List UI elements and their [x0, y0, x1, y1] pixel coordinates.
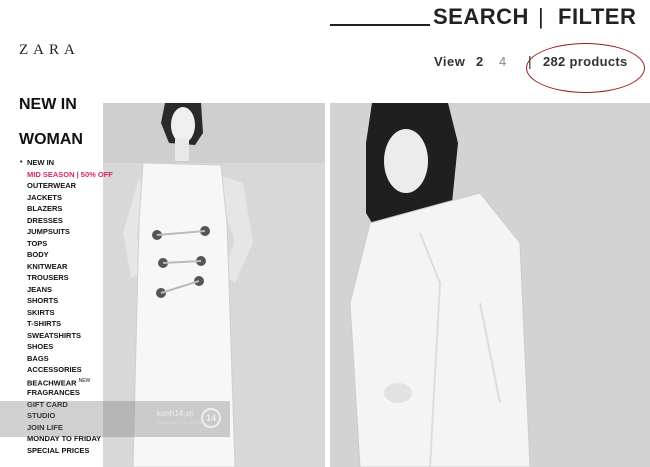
- header-separator: |: [538, 4, 544, 29]
- product-card-2[interactable]: [330, 103, 650, 467]
- menu-item-jackets[interactable]: JACKETS: [20, 192, 113, 204]
- menu-item-outerwear[interactable]: OUTERWEAR: [20, 180, 113, 192]
- menu-item-body[interactable]: BODY: [20, 249, 113, 261]
- menu-item-dresses[interactable]: DRESSES: [20, 215, 113, 227]
- menu-item-trousers[interactable]: TROUSERS: [20, 272, 113, 284]
- watermark-site-text: kenh14.vn: [157, 409, 194, 418]
- watermark-logo: 14: [201, 408, 221, 428]
- menu-item-blazers[interactable]: BLAZERS: [20, 203, 113, 215]
- menu-item-shorts[interactable]: SHORTS: [20, 295, 113, 307]
- model-white-shirt-photo: [330, 103, 650, 467]
- view-4-button[interactable]: 4: [499, 54, 506, 69]
- menu-item-t-shirts[interactable]: T-SHIRTS: [20, 318, 113, 330]
- filter-button[interactable]: FILTER: [558, 4, 636, 30]
- menu-item-jeans[interactable]: JEANS: [20, 284, 113, 296]
- search-button[interactable]: SEARCH: [433, 4, 529, 30]
- menu-item-shoes[interactable]: SHOES: [20, 341, 113, 353]
- menu-item-beachwear[interactable]: BEACHWEAR NEW: [20, 376, 113, 388]
- menu-item-bags[interactable]: BAGS: [20, 353, 113, 365]
- search-input-underline[interactable]: [330, 24, 430, 26]
- menu-item-accessories[interactable]: ACCESSORIES: [20, 364, 113, 376]
- menu-item-special-prices[interactable]: SPECIAL PRICES: [20, 445, 113, 457]
- menu-item-knitwear[interactable]: KNITWEAR: [20, 261, 113, 273]
- view-2-button[interactable]: 2: [476, 54, 483, 69]
- watermark-band: [0, 401, 230, 437]
- view-label: View: [434, 54, 466, 69]
- zara-logo[interactable]: ZARA: [19, 42, 80, 59]
- watermark-subtext: KÊNH GIẢI TRÍ - XÃ HỘI: [157, 420, 202, 425]
- section-title-new-in[interactable]: NEW IN: [19, 96, 77, 114]
- category-title-woman[interactable]: WOMAN: [19, 131, 83, 149]
- menu-item-skirts[interactable]: SKIRTS: [20, 307, 113, 319]
- menu-item-sweatshirts[interactable]: SWEATSHIRTS: [20, 330, 113, 342]
- menu-item-fragrances[interactable]: FRAGRANCES: [20, 387, 113, 399]
- highlight-circle: [526, 43, 645, 93]
- menu-item-jumpsuits[interactable]: JUMPSUITS: [20, 226, 113, 238]
- new-badge: NEW: [78, 377, 91, 384]
- menu-item-tops[interactable]: TOPS: [20, 238, 113, 250]
- menu-item-new-in[interactable]: NEW IN: [20, 157, 113, 169]
- menu-item-mid-season-sale[interactable]: MID SEASON | 50% OFF: [20, 169, 113, 181]
